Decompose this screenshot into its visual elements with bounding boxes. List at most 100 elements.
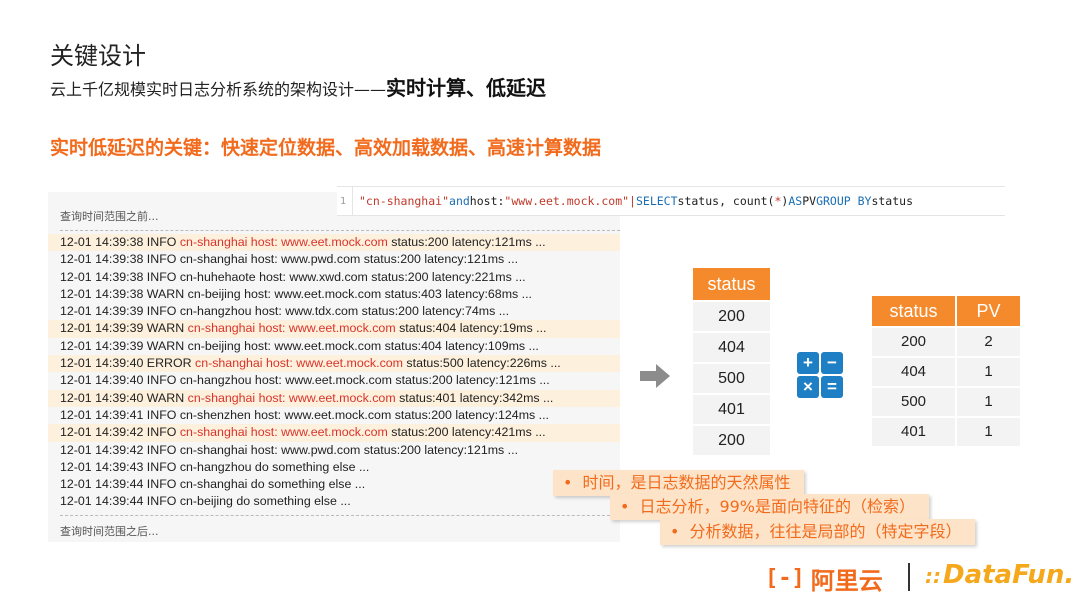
subtitle-text: 云上千亿规模实时日志分析系统的架构设计——: [50, 80, 387, 99]
log-text: status:200 latency:121ms ...: [387, 235, 546, 249]
log-text: 12-01 14:39:39 WARN: [60, 321, 188, 336]
callout-feature-search: • 日志分析，99%是面向特征的（检索）: [610, 494, 930, 520]
log-line: 12-01 14:39:38 INFO cn-huhehaote host: w…: [48, 269, 620, 286]
log-line: 12-01 14:39:41 INFO cn-shenzhen host: ww…: [48, 407, 620, 424]
callout-text: 时间，是日志数据的天然属性: [582, 473, 791, 492]
log-text: 12-01 14:39:40 WARN: [60, 390, 188, 405]
pv-value: 1: [957, 418, 1020, 446]
log-match-text: cn-shanghai host: www.eet.mock.com: [179, 235, 388, 249]
log-line: 12-01 14:39:38 INFO cn-shanghai host: ww…: [48, 234, 620, 252]
log-text: 12-01 14:39:39 INFO cn-hangzhou host: ww…: [60, 304, 510, 319]
log-line: 12-01 14:39:42 INFO cn-shanghai host: ww…: [48, 442, 620, 459]
callout-partial-fields: • 分析数据，往往是局部的（特定字段）: [660, 519, 976, 545]
table-row: 404 1: [872, 358, 1020, 386]
query-editor[interactable]: 1 "cn-shanghai" and host: "www.eet.mock.…: [337, 186, 1005, 216]
status-cell: 401: [693, 395, 770, 424]
logo-divider: [908, 563, 910, 591]
log-line: 12-01 14:39:39 WARN cn-shanghai host: ww…: [48, 320, 620, 338]
status-value: 401: [872, 418, 955, 446]
table-row: 200 2: [872, 328, 1020, 356]
log-text: 12-01 14:39:38 INFO cn-shanghai host: ww…: [60, 252, 519, 267]
math-operators-icon: + − × =: [797, 352, 843, 398]
query-token: status, count(: [677, 194, 775, 208]
log-line: 12-01 14:39:42 INFO cn-shanghai host: ww…: [48, 424, 620, 442]
range-start-divider: [60, 230, 620, 231]
log-text: status:404 latency:19ms ...: [395, 321, 547, 336]
log-panel: 查询时间范围之前... 12-01 14:39:38 INFO cn-shang…: [48, 192, 620, 542]
query-token: "www.eet.mock.com": [504, 194, 630, 208]
log-line: 12-01 14:39:39 WARN cn-beijing host: www…: [48, 338, 620, 355]
equals-icon: =: [821, 376, 843, 398]
log-text: 12-01 14:39:39 WARN cn-beijing host: www…: [60, 338, 539, 353]
bullet-icon: •: [563, 473, 573, 492]
status-cell: 500: [693, 364, 770, 393]
log-text: status:401 latency:342ms ...: [395, 390, 554, 405]
log-text: 12-01 14:39:38 INFO cn-huhehaote host: w…: [60, 269, 526, 284]
log-line: 12-01 14:39:44 INFO cn-shanghai do somet…: [48, 476, 620, 493]
log-line: 12-01 14:39:39 INFO cn-hangzhou host: ww…: [48, 303, 620, 320]
alibaba-cloud-logo-text: 阿里云: [810, 567, 883, 595]
slide-headline: 实时低延迟的关键：快速定位数据、高效加载数据、高速计算数据: [50, 137, 602, 159]
callout-text: 日志分析，99%是面向特征的（检索）: [639, 497, 916, 516]
slide-title: 关键设计: [50, 42, 146, 70]
column-header-pv: PV: [957, 296, 1020, 326]
datafun-mark-icon: ::: [925, 564, 941, 588]
status-cell: 200: [693, 302, 770, 331]
log-text: status:500 latency:226ms ...: [402, 356, 561, 371]
datafun-logo-text: DataFun.: [943, 560, 1075, 590]
log-text: 12-01 14:39:43 INFO cn-hangzhou do somet…: [60, 459, 370, 474]
log-line: 12-01 14:39:44 INFO cn-beijing do someth…: [48, 493, 620, 510]
pv-value: 2: [957, 328, 1020, 356]
before-range-label: 查询时间范围之前...: [60, 210, 159, 223]
after-range-label: 查询时间范围之后...: [60, 525, 159, 538]
query-token: ): [781, 194, 789, 208]
log-text: status:200 latency:421ms ...: [387, 425, 546, 440]
log-match-text: cn-shanghai host: www.eet.mock.com: [179, 425, 388, 440]
log-text: 12-01 14:39:42 INFO cn-shanghai host: ww…: [60, 442, 519, 457]
status-table-header: status: [693, 268, 770, 300]
log-text: 12-01 14:39:41 INFO cn-shenzhen host: ww…: [60, 407, 549, 422]
log-text: 12-01 14:39:38 INFO: [60, 235, 180, 249]
log-match-text: cn-shanghai host: www.eet.mock.com: [187, 390, 396, 405]
log-match-text: cn-shanghai host: www.eet.mock.com: [187, 321, 396, 336]
status-value: 404: [872, 358, 955, 386]
bullet-icon: •: [620, 497, 630, 516]
query-token: and: [449, 194, 470, 208]
callout-text: 分析数据，往往是局部的（特定字段）: [689, 522, 962, 541]
query-token: SELECT: [635, 194, 678, 208]
query-token: *: [774, 194, 782, 208]
query-token: AS: [788, 194, 803, 208]
log-line: 12-01 14:39:40 ERROR cn-shanghai host: w…: [48, 355, 620, 373]
log-line: 12-01 14:39:43 INFO cn-hangzhou do somet…: [48, 459, 620, 476]
status-cell: 404: [693, 333, 770, 362]
datafun-logo: ::DataFun.: [925, 560, 1074, 590]
log-line: 12-01 14:39:38 WARN cn-beijing host: www…: [48, 286, 620, 303]
log-line: 12-01 14:39:40 WARN cn-shanghai host: ww…: [48, 389, 620, 407]
subtitle-emphasis: 实时计算、低延迟: [386, 76, 547, 100]
log-text: 12-01 14:39:44 INFO cn-beijing do someth…: [60, 494, 351, 509]
multiply-icon: ×: [797, 376, 819, 398]
query-token: host:: [469, 194, 505, 208]
callout-time-attribute: • 时间，是日志数据的天然属性: [553, 470, 805, 496]
column-header-status: status: [872, 296, 955, 326]
query-token: status: [871, 194, 913, 208]
result-table-header: status PV: [872, 296, 1020, 326]
pv-value: 1: [957, 358, 1020, 386]
alibaba-cloud-logo: [-] 阿里云: [765, 561, 883, 596]
pv-value: 1: [957, 388, 1020, 416]
plus-icon: +: [797, 352, 819, 374]
query-token: PV: [802, 194, 817, 208]
query-token: "cn-shanghai": [359, 194, 450, 208]
bullet-icon: •: [670, 522, 680, 541]
status-table: status 200 404 500 401 200: [693, 268, 770, 457]
status-cell: 200: [693, 426, 770, 455]
minus-icon: −: [821, 352, 843, 374]
range-end-divider: [60, 515, 620, 516]
log-text: 12-01 14:39:40 ERROR: [60, 356, 195, 371]
log-text: 12-01 14:39:44 INFO cn-shanghai do somet…: [60, 477, 366, 492]
status-value: 200: [872, 328, 955, 356]
status-value: 500: [872, 388, 955, 416]
table-row: 500 1: [872, 388, 1020, 416]
line-number: 1: [337, 187, 353, 215]
log-line: 12-01 14:39:38 INFO cn-shanghai host: ww…: [48, 251, 620, 268]
